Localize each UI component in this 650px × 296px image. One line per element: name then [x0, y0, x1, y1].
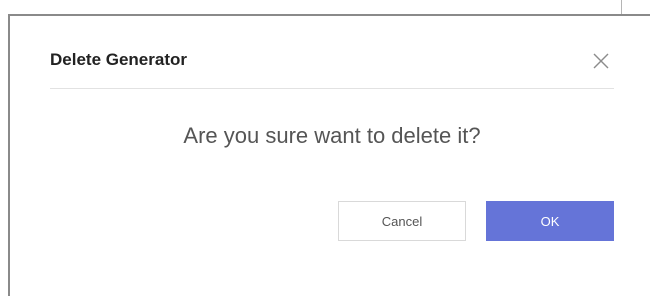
screen: Delete Generator Are you sure want to de… — [0, 0, 650, 296]
delete-generator-dialog: Delete Generator Are you sure want to de… — [10, 16, 650, 296]
close-icon-glyph — [593, 53, 609, 69]
confirmation-message: Are you sure want to delete it? — [183, 123, 481, 148]
ok-button[interactable]: OK — [486, 201, 614, 241]
header-divider — [50, 88, 614, 89]
close-icon[interactable] — [592, 52, 610, 70]
dialog-title: Delete Generator — [50, 50, 187, 69]
cancel-button[interactable]: Cancel — [338, 201, 466, 241]
